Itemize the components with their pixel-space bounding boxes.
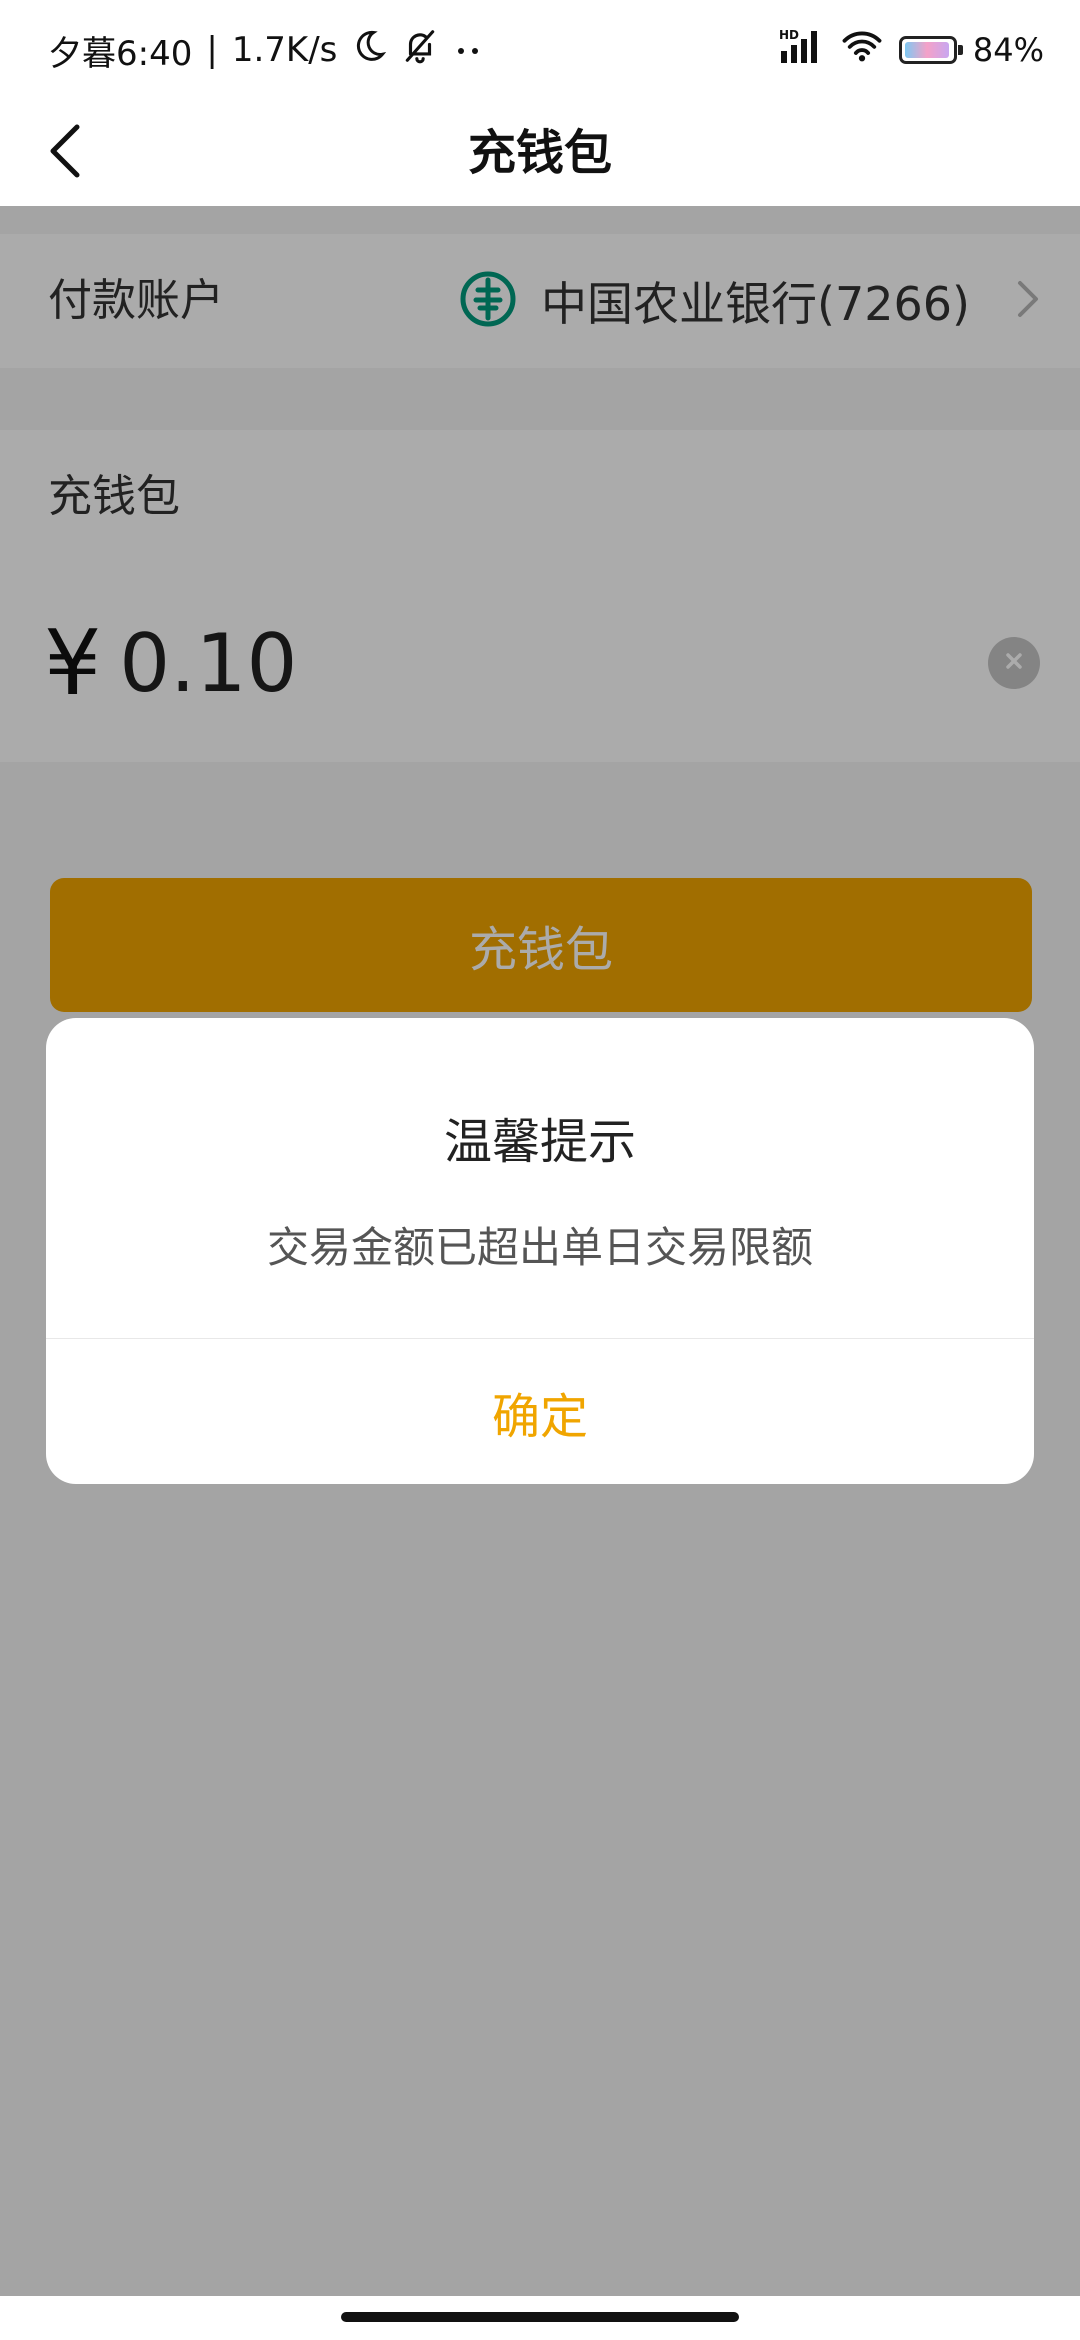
page-title: 充钱包 [467, 125, 612, 181]
moon-icon [351, 28, 387, 73]
dialog-message: 交易金额已超出单日交易限额 [266, 1223, 813, 1272]
battery-percent: 84% [972, 31, 1044, 69]
home-area [0, 2296, 1080, 2340]
more-dots-icon [453, 30, 483, 70]
battery-level [904, 42, 949, 58]
alert-dialog: 温馨提示 交易金额已超出单日交易限额 确定 [46, 1018, 1034, 1484]
status-left: 夕暮6:40 | 1.7K/s [48, 24, 483, 76]
bell-off-icon [401, 27, 439, 74]
status-bar: 夕暮6:40 | 1.7K/s HD 84% [0, 0, 1080, 100]
battery-icon [898, 36, 963, 64]
network-speed: 1.7K/s [231, 30, 338, 70]
home-indicator[interactable] [341, 2312, 739, 2322]
status-separator: | [206, 30, 218, 70]
status-right: HD 84% [777, 24, 1044, 76]
nav-bar: 充钱包 [0, 100, 1080, 206]
signal-icon: HD [777, 27, 825, 73]
wifi-icon [841, 28, 883, 72]
dialog-title: 温馨提示 [443, 1114, 636, 1170]
confirm-button[interactable]: 确定 [46, 1339, 1034, 1484]
status-time: 夕暮6:40 [48, 33, 193, 74]
network-label: HD [779, 28, 799, 42]
